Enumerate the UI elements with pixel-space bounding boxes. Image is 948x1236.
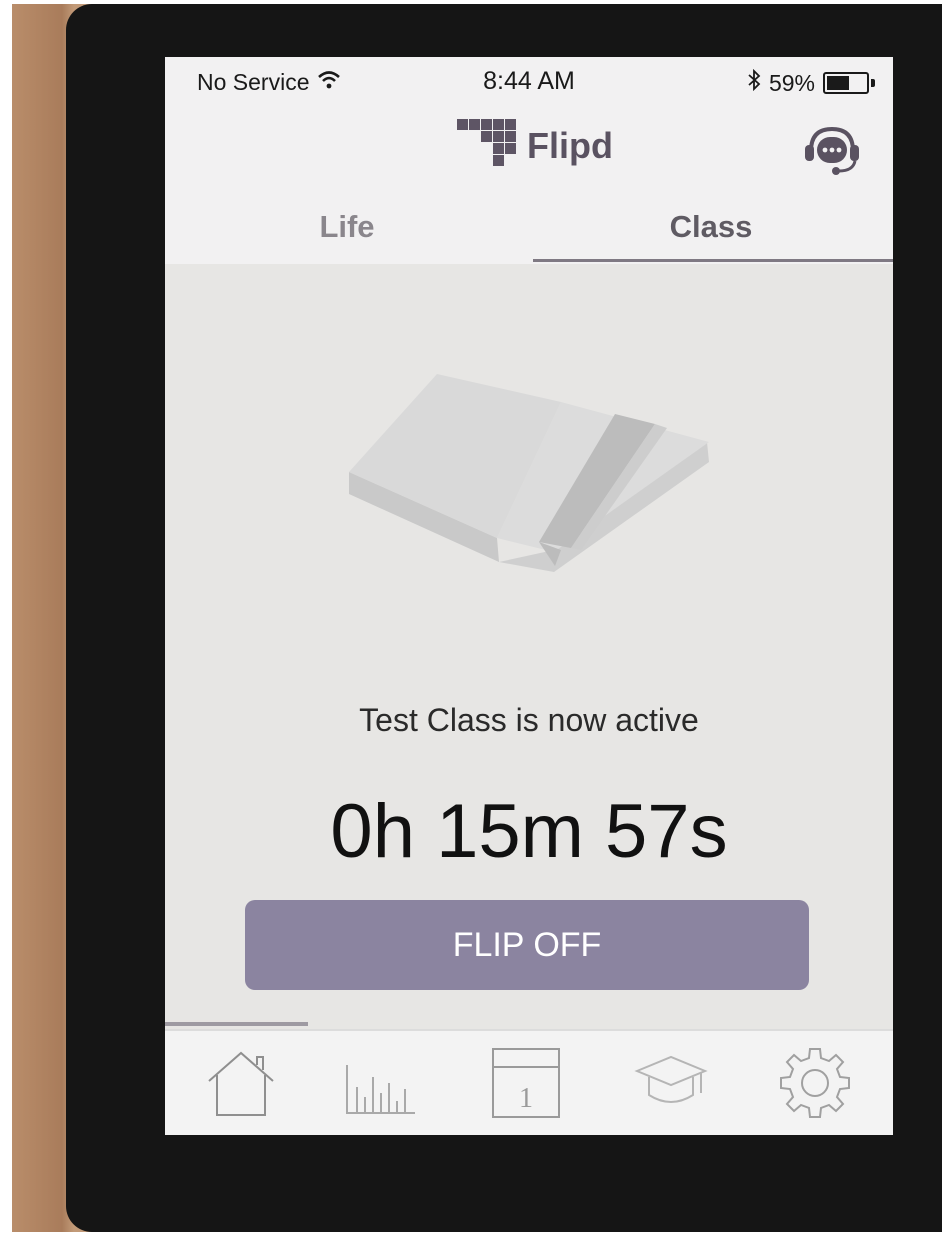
- headset-chat-icon: [805, 126, 859, 175]
- status-right: 59%: [747, 68, 875, 97]
- home-icon: [208, 1051, 274, 1116]
- battery-level: [827, 76, 850, 90]
- nav-home[interactable]: [201, 1043, 281, 1123]
- app-header: Flipd: [165, 109, 893, 189]
- bottom-nav: 1: [165, 1029, 893, 1135]
- support-chat-button[interactable]: [801, 123, 863, 177]
- battery-percent: 59%: [768, 69, 815, 96]
- status-bar: No Service 8:44 AM 59%: [165, 57, 893, 109]
- mode-tabs: Life Class: [165, 189, 893, 264]
- graduation-cap-icon: [634, 1055, 708, 1103]
- session-status-message: Test Class is now active: [359, 702, 699, 738]
- session-timer: 0h 15m 57s: [330, 789, 728, 874]
- nav-settings[interactable]: [775, 1043, 855, 1123]
- flipd-logo: Flipd: [457, 119, 613, 173]
- stats-icon: [346, 1065, 415, 1114]
- open-book-icon: [349, 372, 721, 612]
- bluetooth-icon: [747, 68, 761, 97]
- tab-life[interactable]: Life: [165, 209, 529, 245]
- settings-gear-icon: [780, 1048, 850, 1118]
- tab-class[interactable]: Class: [529, 209, 893, 245]
- battery-tip: [871, 79, 875, 87]
- flip-off-button[interactable]: FLIP OFF: [245, 900, 809, 990]
- nav-stats[interactable]: [341, 1043, 421, 1123]
- calendar-icon: 1: [492, 1048, 560, 1118]
- battery-icon: [823, 72, 869, 94]
- brand-name: Flipd: [527, 125, 613, 166]
- flipd-logo-icon: [457, 119, 517, 173]
- page-indicator: [165, 1022, 308, 1026]
- app-screen: No Service 8:44 AM 59% Flipd Life Class …: [165, 57, 893, 1135]
- nav-classes[interactable]: [631, 1043, 711, 1123]
- calendar-day: 1: [519, 1083, 533, 1114]
- session-panel: Test Class is now active 0h 15m 57s FLIP…: [165, 264, 893, 1029]
- active-tab-indicator: [533, 259, 893, 262]
- nav-calendar[interactable]: 1: [487, 1043, 567, 1123]
